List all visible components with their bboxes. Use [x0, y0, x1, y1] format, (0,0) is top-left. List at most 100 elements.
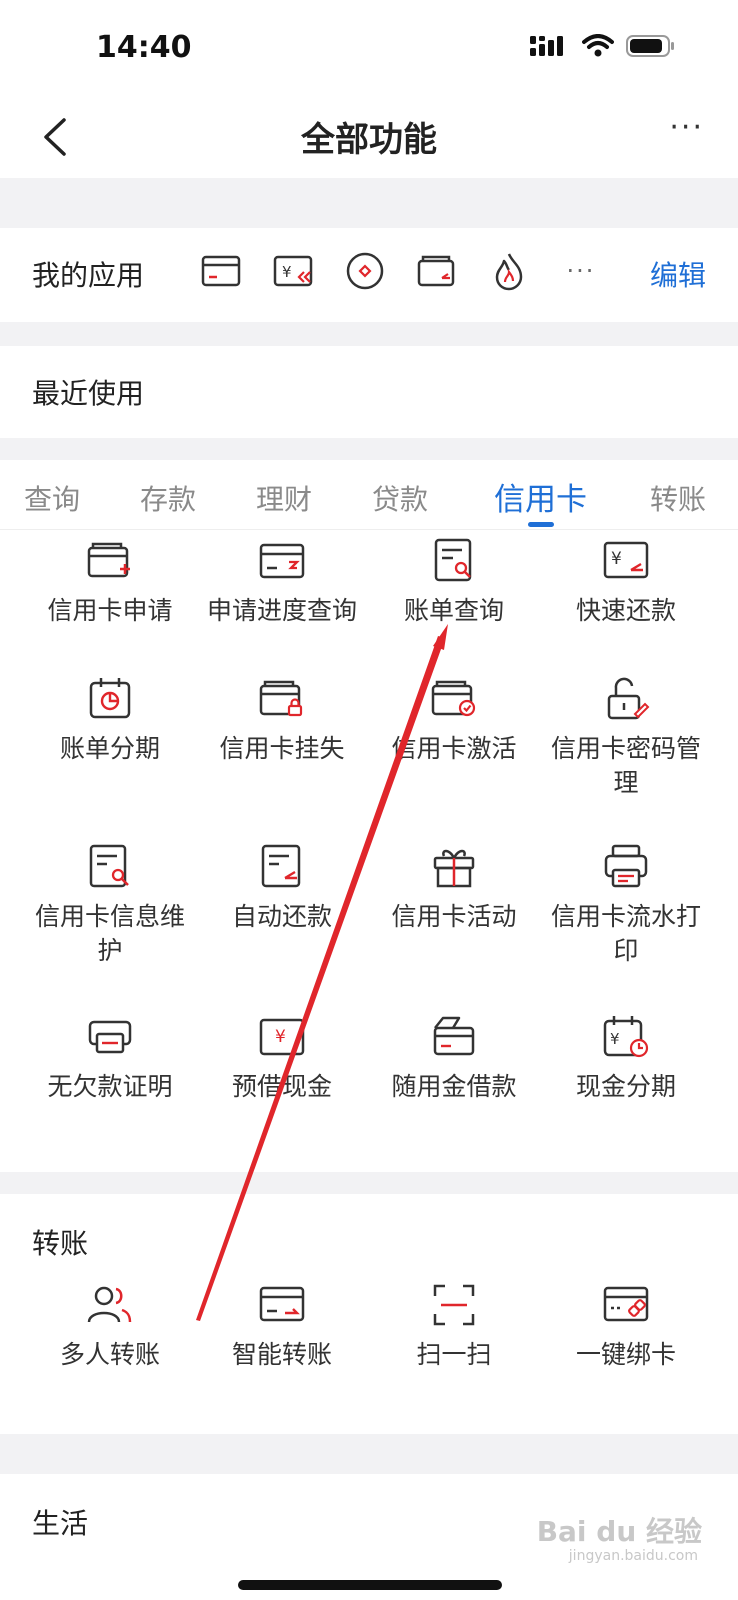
category-tabs: 查询 存款 理财 贷款 信用卡 转账: [0, 460, 738, 530]
credit-card-statement-print[interactable]: 信用卡流水打印: [534, 842, 718, 968]
credit-card-report-loss[interactable]: 信用卡挂失: [190, 674, 374, 766]
calendar-pie-icon: [89, 678, 131, 719]
signal-icon: [530, 36, 563, 56]
yen-card-icon: ¥: [603, 541, 649, 579]
credit-card-info-maintenance[interactable]: 信用卡信息维护: [18, 842, 202, 968]
nav-bar: 全部功能 ···: [0, 96, 738, 178]
cash-installment[interactable]: ¥ 现金分期: [534, 1012, 718, 1104]
battery-icon: [626, 35, 674, 57]
card-hand-icon: [433, 1016, 475, 1056]
recent-label: 最近使用: [32, 377, 145, 410]
bill-search-icon: [434, 538, 472, 582]
flame-icon[interactable]: [488, 250, 530, 292]
wifi-icon: [582, 34, 614, 57]
credit-card-activate[interactable]: 信用卡激活: [362, 674, 546, 766]
scan-icon: [433, 1284, 475, 1326]
card-check-icon: [431, 680, 476, 717]
grid-item-label: 信用卡密码管理: [550, 734, 701, 797]
credit-card-grid: 信用卡申请 申请进度查询 账单查询 ¥ 快速还款 账单分期 信用卡挂失 信用卡激…: [0, 530, 738, 1172]
card-hourglass-icon: [259, 543, 305, 579]
grid-item-label: 智能转账: [231, 1340, 332, 1369]
certificate-printer-icon: [88, 1020, 132, 1054]
grid-item-label: 快速还款: [575, 596, 676, 625]
transfer-section: 转账 多人转账 智能转账 扫一扫 一键绑卡: [0, 1194, 738, 1434]
credit-card-apply[interactable]: 信用卡申请: [18, 536, 202, 628]
doc-search-icon: [89, 844, 129, 888]
bill-query[interactable]: 账单查询: [362, 536, 546, 628]
multi-person-transfer[interactable]: 多人转账: [18, 1280, 202, 1372]
auto-repay[interactable]: 自动还款: [190, 842, 374, 934]
my-apps-shortcuts: ¥ ···: [200, 250, 602, 292]
life-section-title: 生活: [32, 1507, 89, 1540]
tab-deposit[interactable]: 存款: [140, 478, 196, 518]
grid-item-label: 一键绑卡: [575, 1340, 676, 1369]
flexible-loan[interactable]: 随用金借款: [362, 1012, 546, 1104]
svg-text:¥: ¥: [611, 549, 622, 569]
grid-item-label: 信用卡信息维护: [34, 902, 185, 965]
home-indicator: [238, 1580, 502, 1590]
grid-item-label: 现金分期: [575, 1072, 676, 1101]
edit-button[interactable]: 编辑: [650, 254, 706, 294]
grid-item-label: 随用金借款: [391, 1072, 517, 1101]
card-lock-icon: [259, 680, 303, 717]
target-circle-icon[interactable]: [344, 250, 386, 292]
card-plus-icon: [87, 542, 130, 578]
svg-text:¥: ¥: [610, 1030, 620, 1048]
watermark-url: jingyan.baidu.com: [568, 1548, 698, 1564]
grid-item-label: 信用卡活动: [391, 902, 517, 931]
unlock-pen-icon: [607, 677, 650, 720]
status-bar: 14:40: [0, 0, 738, 96]
credit-card-password-management[interactable]: 信用卡密码管理: [534, 674, 718, 800]
tab-query[interactable]: 查询: [24, 478, 80, 518]
recent-section: 最近使用: [0, 346, 738, 438]
gift-icon: [433, 849, 475, 888]
grid-item-label: 无欠款证明: [47, 1072, 173, 1101]
application-progress-query[interactable]: 申请进度查询: [190, 536, 374, 628]
page-title: 全部功能: [301, 120, 437, 160]
grid-item-label: 信用卡流水打印: [550, 902, 701, 965]
grid-item-label: 账单查询: [403, 596, 504, 625]
tab-active-indicator: [528, 522, 554, 527]
grid-item-label: 信用卡激活: [391, 734, 517, 763]
card-wallet-icon[interactable]: [416, 250, 458, 292]
grid-item-label: 申请进度查询: [206, 596, 357, 625]
more-options-button[interactable]: ···: [669, 110, 704, 145]
my-apps-section: 我的应用 ¥ ··· 编辑: [0, 228, 738, 322]
svg-text:¥: ¥: [282, 263, 292, 281]
scan[interactable]: 扫一扫: [362, 1280, 546, 1372]
one-click-bind-card[interactable]: 一键绑卡: [534, 1280, 718, 1372]
printer-icon: [604, 844, 648, 888]
card-transfer-icon: [259, 1286, 305, 1322]
no-debt-certificate[interactable]: 无欠款证明: [18, 1012, 202, 1104]
doc-return-icon: [261, 844, 301, 888]
grid-item-label: 账单分期: [59, 734, 160, 763]
grid-item-label: 信用卡申请: [47, 596, 173, 625]
grid-item-label: 多人转账: [59, 1340, 160, 1369]
tab-credit-card[interactable]: 信用卡: [494, 474, 587, 519]
grid-item-label: 自动还款: [231, 902, 332, 931]
transfer-section-title: 转账: [32, 1227, 89, 1260]
grid-item-label: 信用卡挂失: [219, 734, 345, 763]
grid-item-label: 扫一扫: [416, 1340, 492, 1369]
yen-calendar-clock-icon: ¥: [603, 1016, 649, 1058]
watermark-logo: Bai du 经验: [536, 1515, 702, 1548]
card-link-icon: [603, 1286, 649, 1322]
bill-installment[interactable]: 账单分期: [18, 674, 202, 766]
status-icons: [530, 34, 676, 58]
my-apps-more-icon[interactable]: ···: [560, 257, 602, 285]
svg-text:¥: ¥: [275, 1027, 286, 1047]
credit-card-activities[interactable]: 信用卡活动: [362, 842, 546, 934]
tab-loan[interactable]: 贷款: [372, 478, 428, 518]
yen-card-cash-icon: ¥: [259, 1018, 305, 1056]
status-time: 14:40: [96, 30, 192, 65]
cash-advance[interactable]: ¥ 预借现金: [190, 1012, 374, 1104]
quick-repay[interactable]: ¥ 快速还款: [534, 536, 718, 628]
yen-repay-icon[interactable]: ¥: [272, 250, 314, 292]
smart-transfer[interactable]: 智能转账: [190, 1280, 374, 1372]
tab-transfer[interactable]: 转账: [650, 478, 706, 518]
card-icon[interactable]: [200, 250, 242, 292]
tab-wealth[interactable]: 理财: [256, 478, 312, 518]
multi-user-icon: [87, 1286, 132, 1323]
my-apps-label: 我的应用: [32, 259, 145, 292]
grid-item-label: 预借现金: [231, 1072, 332, 1101]
